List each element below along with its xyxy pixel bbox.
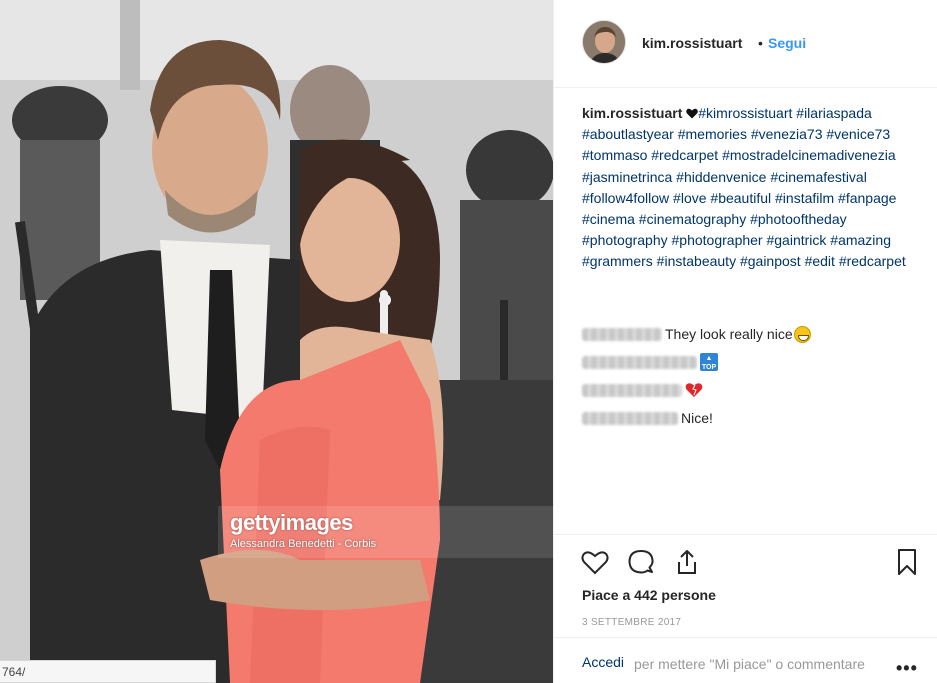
status-url-tooltip: 764/ [0, 660, 216, 683]
photo-illustration [0, 0, 553, 683]
top-arrow-icon: ▲ TOP [700, 353, 718, 371]
post-sidebar: kim.rossistuart • Segui kim.rossistuart … [553, 0, 937, 683]
header-username[interactable]: kim.rossistuart [642, 35, 742, 51]
caption-username[interactable]: kim.rossistuart [582, 105, 682, 121]
comment-1: They look really nice [582, 320, 922, 348]
blurred-username [582, 411, 678, 425]
heart-icon[interactable] [580, 547, 610, 577]
like-count[interactable]: Piace a 442 persone [582, 587, 716, 603]
share-icon[interactable] [672, 547, 702, 577]
post-actions: Piace a 442 persone 3 SETTEMBRE 2017 Acc… [554, 534, 937, 683]
login-link[interactable]: Accedi [582, 654, 624, 670]
comment-3 [582, 376, 922, 404]
comment-text: Nice! [681, 410, 713, 426]
login-to-comment-bar: Accedi per mettere "Mi piace" o commenta… [554, 637, 937, 683]
more-options-button[interactable]: ••• [896, 658, 918, 679]
follow-button[interactable]: Segui [768, 35, 806, 51]
login-prompt-text: per mettere "Mi piace" o commentare [634, 656, 865, 672]
black-heart-icon [686, 108, 699, 119]
getty-logo: gettyimages [230, 510, 353, 535]
blurred-username [582, 327, 662, 341]
avatar[interactable] [582, 20, 626, 64]
comment-list: They look really nice ▲ TOP Nice! [582, 320, 922, 432]
comment-2: ▲ TOP [582, 348, 922, 376]
blurred-username [582, 355, 697, 369]
post-header: kim.rossistuart • Segui [554, 0, 937, 88]
blurred-username [582, 383, 682, 397]
grinning-face-icon [793, 325, 811, 343]
bookmark-icon[interactable] [892, 547, 922, 577]
photo-credit: Alessandra Benedetti - Corbis [230, 538, 377, 550]
caption-hashtags[interactable]: #kimrossistuart #ilariaspada #aboutlasty… [582, 105, 906, 269]
separator-dot: • [758, 35, 763, 51]
comment-4: Nice! [582, 404, 922, 432]
red-heart-icon [685, 383, 703, 397]
comment-icon[interactable] [626, 547, 656, 577]
getty-watermark: gettyimages Alessandra Benedetti - Corbi… [218, 506, 553, 558]
post-caption: kim.rossistuart #kimrossistuart #ilarias… [582, 103, 922, 273]
post-date[interactable]: 3 SETTEMBRE 2017 [582, 617, 681, 628]
comment-text: They look really nice [665, 326, 793, 342]
post-photo[interactable]: gettyimages Alessandra Benedetti - Corbi… [0, 0, 553, 683]
